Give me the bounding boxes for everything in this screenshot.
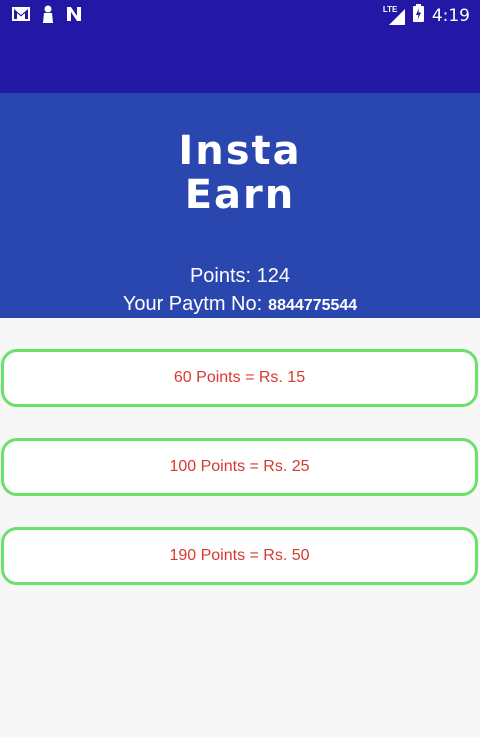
gmail-icon — [12, 7, 30, 26]
person-silhouette-icon — [42, 5, 54, 28]
points-display: Points: 124 — [189, 265, 291, 287]
app-title: Insta Earn — [0, 129, 480, 217]
paytm-number: 8844775544 — [268, 297, 358, 314]
header-panel: Insta Earn Points: 124 Your Paytm No: 884… — [0, 93, 480, 318]
status-left-icons — [12, 5, 82, 28]
reward-option-label: 60 Points = Rs. 15 — [173, 369, 306, 386]
status-bar: LTE 4:19 — [0, 0, 480, 30]
n-notification-icon — [66, 6, 82, 27]
signal-icon: LTE — [383, 5, 405, 25]
status-right-icons: LTE 4:19 — [383, 4, 470, 27]
reward-option-190-points[interactable]: 190 Points = Rs. 50 — [1, 527, 478, 585]
app-toolbar — [0, 30, 480, 93]
reward-option-label: 100 Points = Rs. 25 — [169, 458, 310, 475]
paytm-display: Your Paytm No: 8844775544 — [0, 293, 480, 316]
app-title-line2: Earn — [184, 172, 296, 218]
reward-option-100-points[interactable]: 100 Points = Rs. 25 — [1, 438, 478, 496]
reward-option-60-points[interactable]: 60 Points = Rs. 15 — [1, 349, 478, 407]
reward-option-label: 190 Points = Rs. 50 — [169, 547, 310, 564]
app-title-line1: Insta — [178, 128, 302, 174]
clock-time: 4:19 — [431, 5, 470, 26]
battery-icon — [412, 4, 424, 27]
paytm-label: Your Paytm No: — [122, 293, 263, 315]
